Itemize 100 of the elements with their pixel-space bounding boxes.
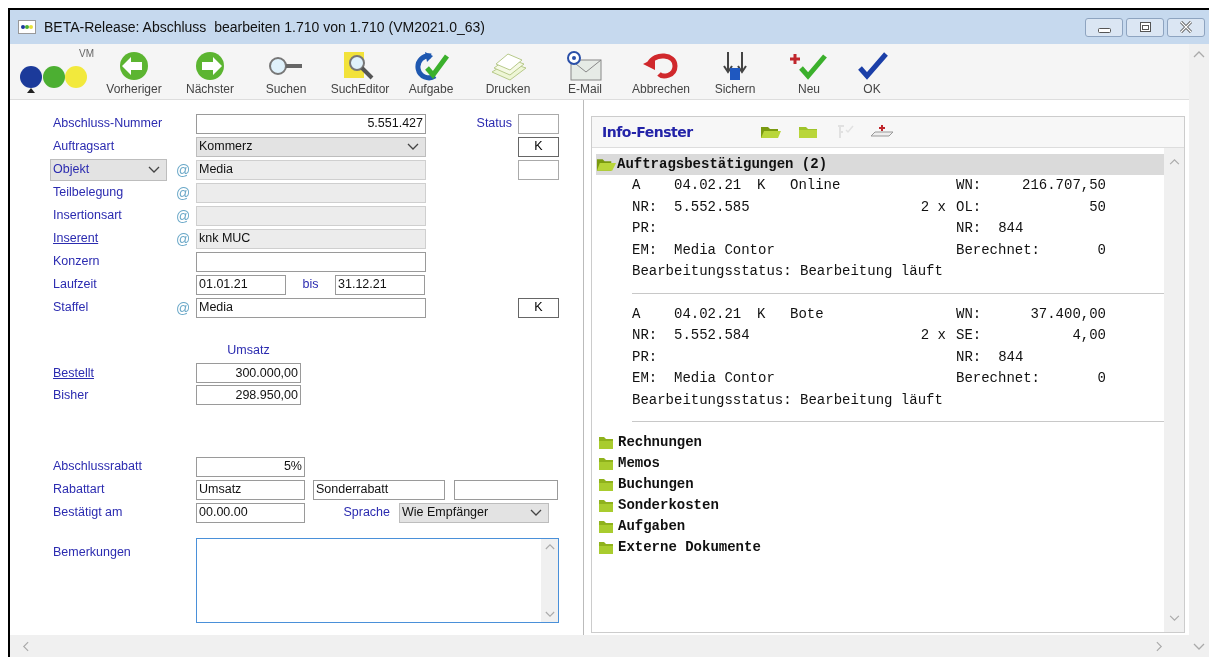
entry-label: PR: [632, 219, 658, 239]
text-field[interactable]: 31.12.21 [335, 274, 425, 295]
entry-value: 844 [998, 219, 1024, 239]
entry-text: K [757, 304, 767, 324]
text-field[interactable] [196, 205, 426, 226]
text-field[interactable]: Media [196, 297, 426, 318]
entry-label: NR: [632, 326, 659, 346]
field-label: Abschlussrabatt [53, 458, 142, 476]
entry-text: Bearbeitungsstatus: Bearbeitung läuft [632, 390, 943, 410]
entry-label: NR: [632, 197, 659, 217]
text-field[interactable]: 00.00.00 [196, 502, 305, 523]
close-button[interactable] [1167, 17, 1205, 37]
entry-label: NR: [956, 219, 982, 239]
entry-text: A [632, 176, 642, 196]
entry-text: Bearbeitungsstatus: Bearbeitung läuft [632, 262, 943, 282]
scroll-right-icon[interactable] [1156, 640, 1163, 652]
text-field[interactable] [518, 159, 559, 180]
entry-value: 5.552.584 [674, 326, 751, 346]
field-label: Abschluss-Nummer [53, 115, 163, 133]
text-field[interactable]: 298.950,00 [196, 385, 301, 405]
entry-label: PR: [632, 347, 658, 367]
open-folder-icon [596, 157, 617, 172]
text-field[interactable]: Sonderrabatt [313, 479, 445, 500]
toolbar-button[interactable]: Sichern [702, 50, 768, 97]
entry-label: SE: [956, 326, 982, 346]
dropdown[interactable]: Kommerz [196, 136, 426, 157]
dropdown[interactable]: Objekt [50, 158, 167, 181]
folder-icon [598, 540, 614, 555]
toolbar-button[interactable]: Neu [768, 50, 850, 97]
dropdown[interactable]: Wie Empfänger [399, 502, 549, 523]
entry-text: 2 x [920, 326, 946, 346]
scroll-up-icon[interactable] [1193, 50, 1205, 58]
folder-icon [796, 124, 819, 140]
entry-text: A [632, 304, 642, 324]
vertical-scrollbar[interactable] [1164, 148, 1184, 632]
entry-value: Media Contor [674, 240, 775, 260]
window-title: BETA-Release: Abschluss bearbeiten 1.710 von 1.710 (VM2021.0_63) [44, 17, 485, 37]
text-field[interactable]: K [518, 297, 559, 318]
scroll-left-icon[interactable] [22, 640, 29, 652]
toolbar-button[interactable]: E-Mail [550, 50, 620, 97]
field-label: Auftragsart [53, 138, 115, 156]
text-field[interactable]: Media [196, 159, 426, 180]
scroll-down-icon[interactable] [1168, 615, 1180, 622]
maximize-button[interactable] [1126, 17, 1164, 37]
toolbar-button[interactable]: Abbrechen [620, 50, 702, 97]
entry-value: 844 [998, 347, 1024, 367]
tree-item[interactable]: Auftragsbestätigungen (2) [596, 154, 1164, 175]
toolbar-button[interactable]: Vorheriger [96, 50, 172, 97]
toolbar-button[interactable]: Suchen [248, 50, 324, 97]
scroll-up-icon[interactable] [544, 543, 555, 550]
remarks-field[interactable] [196, 538, 559, 623]
entry-text: K [757, 176, 767, 196]
toolbar-button[interactable]: Drucken [466, 50, 550, 97]
entry-label: NR: [956, 347, 982, 367]
envelope-icon [565, 50, 605, 82]
chevron-down-icon [148, 165, 160, 174]
folder-icon [598, 477, 614, 492]
toolbar-button[interactable]: SuchEditor [324, 50, 396, 97]
text-field[interactable]: 5.551.427 [196, 113, 426, 134]
minimize-button[interactable] [1085, 17, 1123, 37]
field-label: Staffel [53, 299, 89, 317]
toolbar-button[interactable]: Aufgabe [396, 50, 466, 97]
field-label: Konzern [53, 253, 100, 271]
close-icon [1180, 21, 1192, 33]
scroll-down-icon[interactable] [544, 611, 555, 618]
entry-label: OL: [956, 197, 982, 217]
scroll-down-icon[interactable] [1193, 643, 1205, 651]
entry-text: 2 x [920, 197, 946, 217]
text-field[interactable]: 300.000,00 [196, 363, 301, 383]
minimize-icon [1097, 27, 1111, 33]
entry-label: Berechnet: [956, 369, 1040, 389]
field-label: Bestätigt am [53, 504, 123, 522]
text-field[interactable] [518, 113, 559, 134]
toolbar-button[interactable]: Nächster [172, 50, 248, 97]
folder-icon [598, 435, 614, 450]
text-field[interactable] [196, 182, 426, 203]
entry-text: 04.02.21 [674, 304, 743, 324]
entry-label: Berechnet: [956, 240, 1040, 260]
entry-value: 0 [1096, 240, 1106, 260]
text-field[interactable]: 01.01.21 [196, 274, 286, 295]
entry-value: 37.400,00 [1029, 304, 1106, 324]
folder-icon [598, 519, 614, 534]
text-field[interactable]: Umsatz [196, 479, 305, 500]
text-field[interactable]: K [518, 136, 559, 157]
open-folder-icon [759, 124, 782, 140]
toolbar-button[interactable]: OK [850, 50, 894, 97]
entry-label: WN: [956, 304, 982, 324]
text-field[interactable] [454, 479, 558, 500]
chevron-down-icon [530, 508, 542, 517]
field-label: Rabattart [53, 481, 105, 499]
text-field[interactable]: knk MUC [196, 228, 426, 249]
field-label: Bisher [53, 386, 89, 404]
scroll-up-icon[interactable] [1168, 158, 1180, 165]
text-field[interactable] [196, 251, 426, 272]
entry-value: 216.707,50 [1021, 176, 1106, 196]
link[interactable]: Bestellt [53, 363, 94, 383]
text-field[interactable]: 5% [196, 456, 305, 477]
entry-label: WN: [956, 176, 982, 196]
link[interactable]: Inserent [53, 229, 99, 248]
tray-plus-icon [868, 124, 895, 140]
